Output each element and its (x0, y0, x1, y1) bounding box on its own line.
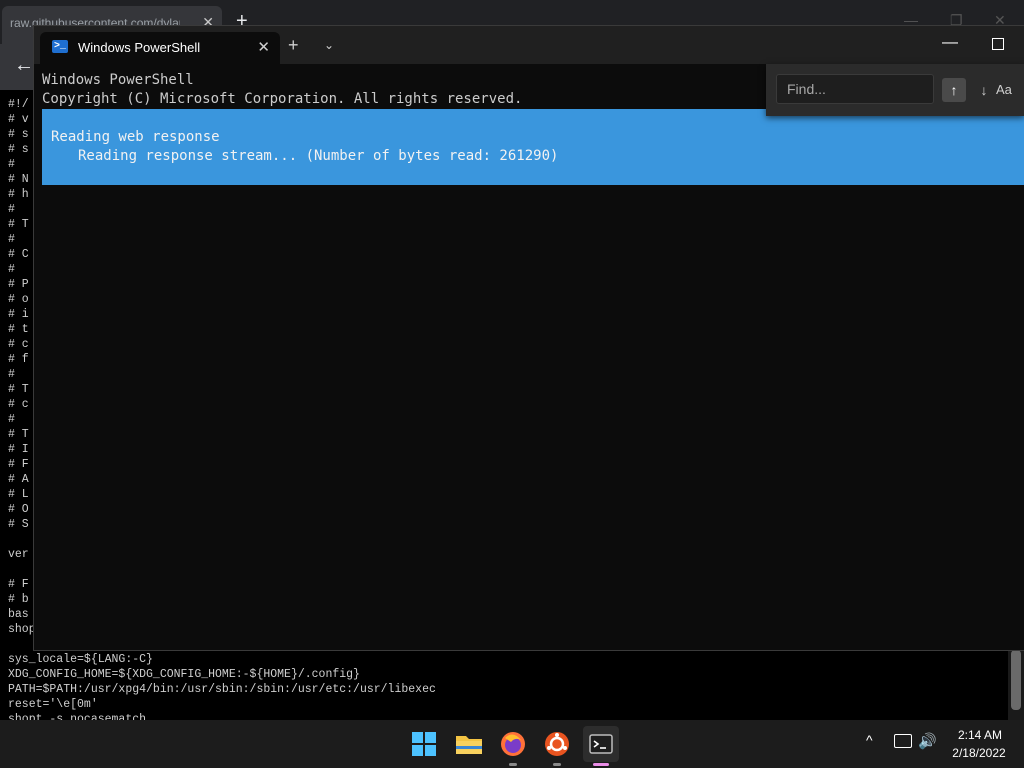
terminal-output[interactable]: Windows PowerShell Copyright (C) Microso… (34, 64, 1024, 650)
source-line: # o (8, 293, 29, 306)
browser-scrollbar-thumb[interactable] (1011, 650, 1021, 710)
source-line: # c (8, 338, 29, 351)
clock-date[interactable]: 2/18/2022 (944, 746, 1014, 760)
source-line: # s (8, 128, 29, 141)
source-line: # s (8, 143, 29, 156)
firefox-running-indicator (509, 763, 517, 766)
network-icon[interactable] (894, 734, 912, 748)
source-line: # f (8, 353, 29, 366)
source-line: # P (8, 278, 29, 291)
source-line: # O (8, 503, 29, 516)
clock-time[interactable]: 2:14 AM (950, 728, 1010, 742)
source-line: bas (8, 608, 29, 621)
source-line: # I (8, 443, 29, 456)
ubuntu-icon[interactable] (539, 726, 575, 766)
firefox-icon[interactable] (495, 726, 531, 766)
source-line: shopt -s nocasematch (8, 713, 147, 720)
source-line: # T (8, 383, 29, 396)
source-line: # (8, 158, 15, 171)
start-menu-icon[interactable] (406, 726, 442, 762)
terminal-active-indicator (593, 763, 609, 766)
source-line: # S (8, 518, 29, 531)
source-line: # (8, 203, 15, 216)
windows-terminal-icon[interactable] (583, 726, 619, 766)
source-line: sys_locale=${LANG:-C} (8, 653, 153, 666)
terminal-tab-powershell[interactable]: >_ Windows PowerShell ✕ (40, 32, 280, 64)
find-box: ↑ ↓ Aa (766, 64, 1024, 116)
terminal-new-tab-button[interactable]: + (288, 35, 299, 56)
terminal-dropdown-icon[interactable]: ⌄ (324, 38, 334, 52)
match-case-toggle[interactable]: Aa (996, 82, 1012, 97)
source-line: # i (8, 308, 29, 321)
source-line: # v (8, 113, 29, 126)
terminal-window: >_ Windows PowerShell ✕ + ⌄ — Windows Po… (34, 26, 1024, 650)
terminal-header-line: Windows PowerShell (42, 72, 194, 88)
tray-chevron-icon[interactable]: ^ (866, 732, 873, 748)
source-line: PATH=$PATH:/usr/xpg4/bin:/usr/sbin:/sbin… (8, 683, 436, 696)
source-line: # T (8, 428, 29, 441)
progress-activity: Reading web response (51, 129, 220, 145)
source-line: # L (8, 488, 29, 501)
progress-status: Reading response stream... (Number of by… (78, 148, 559, 164)
source-line: # (8, 413, 15, 426)
terminal-maximize-icon[interactable] (992, 38, 1004, 50)
source-line: #!/ (8, 98, 29, 111)
terminal-tab-title: Windows PowerShell (78, 40, 201, 55)
back-arrow-icon[interactable]: ← (14, 54, 34, 77)
source-line: # t (8, 323, 29, 336)
source-line: # (8, 368, 15, 381)
ubuntu-running-indicator (553, 763, 561, 766)
source-line: # C (8, 248, 29, 261)
source-line: # A (8, 473, 29, 486)
source-line: # b (8, 593, 29, 606)
terminal-copyright-line: Copyright (C) Microsoft Corporation. All… (42, 91, 523, 107)
find-input[interactable] (776, 74, 934, 104)
progress-panel: Reading web response Reading response st… (42, 109, 1024, 185)
volume-icon[interactable]: 🔊 (918, 732, 937, 750)
find-previous-icon[interactable]: ↑ (942, 78, 966, 102)
find-next-icon[interactable]: ↓ (972, 78, 996, 102)
source-line: # F (8, 578, 29, 591)
terminal-minimize-icon[interactable]: — (942, 34, 958, 52)
terminal-tab-close-icon[interactable]: ✕ (257, 38, 270, 56)
source-line: # (8, 263, 15, 276)
source-line: # h (8, 188, 29, 201)
terminal-title-bar: >_ Windows PowerShell ✕ + ⌄ — (34, 26, 1024, 64)
source-line: # c (8, 398, 29, 411)
taskbar: ^ 🔊 2:14 AM 2/18/2022 (0, 720, 1024, 768)
source-line: # (8, 233, 15, 246)
source-line: reset='\e[0m' (8, 698, 98, 711)
source-line: XDG_CONFIG_HOME=${XDG_CONFIG_HOME:-${HOM… (8, 668, 360, 681)
source-line: # F (8, 458, 29, 471)
file-explorer-icon[interactable] (451, 726, 487, 762)
source-line: # T (8, 218, 29, 231)
source-line: shop (8, 623, 36, 636)
powershell-icon: >_ (52, 40, 68, 53)
source-line: # N (8, 173, 29, 186)
source-line: ver (8, 548, 29, 561)
